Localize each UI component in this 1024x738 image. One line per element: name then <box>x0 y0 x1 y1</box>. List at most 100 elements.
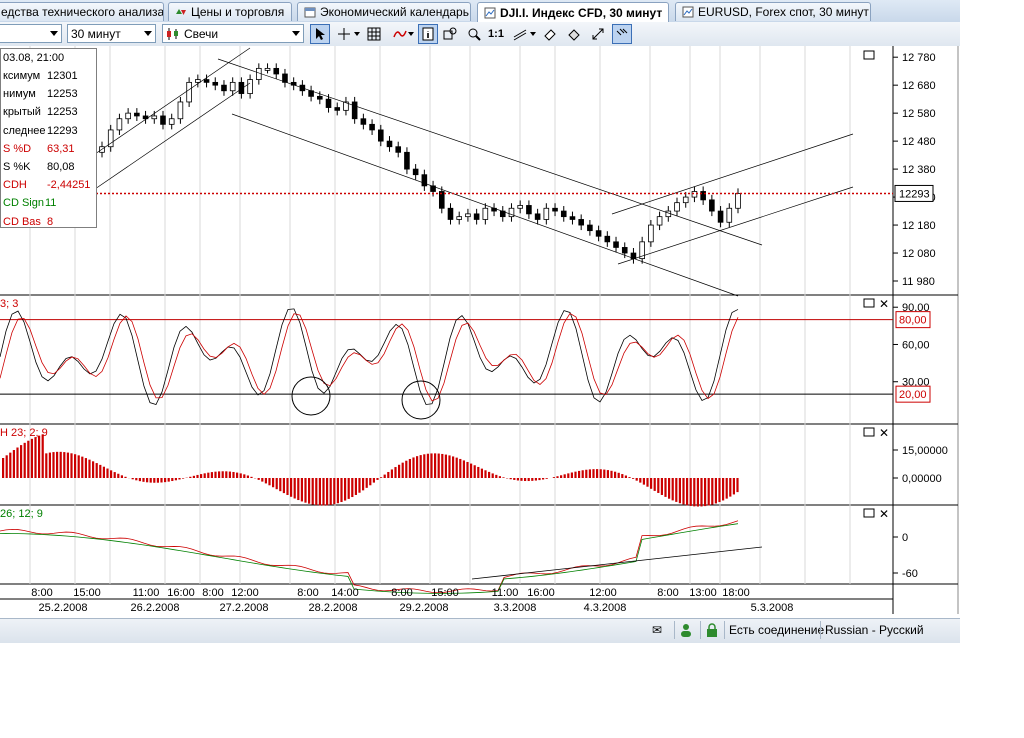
histogram-bar <box>336 478 339 504</box>
candle-body <box>735 193 741 209</box>
one-to-one-button[interactable]: 1:1 <box>486 24 506 44</box>
tab-economic-calendar[interactable]: Экономический календарь <box>297 2 471 21</box>
symbol-select[interactable] <box>0 24 62 43</box>
histogram-bar <box>686 478 689 506</box>
chart-type-select[interactable]: Свечи <box>162 24 304 43</box>
date-tick-label: 27.2.2008 <box>220 602 269 614</box>
cursor-tool-button[interactable] <box>310 24 330 44</box>
time-tick-label: 11:00 <box>492 587 519 599</box>
histogram-bar <box>596 469 599 478</box>
histogram-bar <box>419 455 422 478</box>
resize-button[interactable] <box>588 24 608 44</box>
histogram-bar <box>131 478 134 480</box>
histogram-bar <box>650 478 653 489</box>
chart-canvas[interactable]: 12 78012 68012 58012 48012 38012 28012 1… <box>0 46 960 614</box>
tab-prices-trading[interactable]: Цены и торговля <box>168 2 292 21</box>
chart-area[interactable]: 12 78012 68012 58012 48012 38012 28012 1… <box>0 46 960 614</box>
histogram-bar <box>498 476 501 478</box>
histogram-bar <box>632 478 635 479</box>
histogram-bar <box>272 478 275 488</box>
histogram-bar <box>246 475 249 478</box>
line-tool-button[interactable] <box>510 24 530 44</box>
magnet-button[interactable] <box>612 24 632 44</box>
tab-eurusd-chart[interactable]: EURUSD, Forex спот, 30 минут <box>675 2 871 21</box>
histogram-bar <box>333 478 336 505</box>
grid-button[interactable] <box>364 24 384 44</box>
histogram-bar <box>660 478 663 495</box>
info-key: нимум <box>3 88 36 101</box>
histogram-bar <box>117 473 120 478</box>
trading-app: едства технического анализа Цены и торго… <box>0 0 960 643</box>
histogram-bar <box>81 456 84 478</box>
info-value: 8 <box>47 215 54 228</box>
histogram-bar <box>30 438 33 478</box>
histogram-bar <box>300 478 303 502</box>
histogram-bar <box>696 478 699 507</box>
histogram-bar <box>405 460 408 478</box>
indicators-menu-button[interactable] <box>406 24 416 44</box>
candle-body <box>691 191 698 198</box>
line-tool-menu-button[interactable] <box>528 24 538 44</box>
histogram-bar <box>221 471 224 478</box>
eraser-button[interactable] <box>540 24 560 44</box>
histogram-bar <box>534 478 537 481</box>
info-button[interactable] <box>418 24 438 44</box>
candle-body <box>543 207 550 220</box>
candle-body <box>168 118 175 125</box>
crosshair-tool-button[interactable] <box>334 24 354 44</box>
mail-status[interactable]: ✉ <box>648 621 672 639</box>
security-status[interactable] <box>700 621 724 639</box>
histogram-bar <box>664 478 667 497</box>
histogram-bar <box>279 478 282 492</box>
histogram-bar <box>552 477 555 478</box>
time-tick-label: 8:00 <box>202 587 223 599</box>
date-tick-label: 5.3.2008 <box>751 602 794 614</box>
info-key: крытый <box>3 106 41 119</box>
histogram-bar <box>398 464 401 478</box>
candle-body <box>473 213 480 220</box>
histogram-bar <box>646 478 649 487</box>
histogram-bar <box>689 478 692 506</box>
histogram-bar <box>736 478 739 493</box>
info-key: ксимум <box>3 70 41 82</box>
close-icon: ✕ <box>879 426 889 440</box>
candle-body <box>613 241 619 248</box>
candle-body <box>621 247 628 254</box>
histogram-bar <box>261 478 264 482</box>
histogram-bar <box>106 468 109 478</box>
timeframe-select[interactable]: 30 минут <box>67 24 156 43</box>
histogram-bar <box>308 478 311 504</box>
price-trading-icon <box>175 6 187 18</box>
histogram-bar <box>678 478 681 504</box>
histogram-bar <box>470 463 473 478</box>
status-bar: ✉ Есть соединение Russian - Русский <box>0 618 960 643</box>
macd-title: 26; 12; 9 <box>0 508 43 520</box>
histogram-bar <box>5 455 8 478</box>
eraser-icon <box>544 29 556 41</box>
user-status[interactable] <box>674 621 698 639</box>
candle-body <box>587 224 593 232</box>
histogram-bar <box>178 478 181 480</box>
zoom-window-button[interactable] <box>440 24 460 44</box>
candle-body <box>604 235 611 243</box>
tab-dji-chart[interactable]: DJI.I. Индекс CFD, 30 минут <box>477 2 669 22</box>
last-price-label: 12293 <box>899 188 930 200</box>
histogram-bar <box>376 478 379 480</box>
data-window: 03.08, 21:00 ксимум 12301 нимум 12253 крытый… <box>0 48 97 228</box>
candle-body <box>134 112 140 117</box>
info-value: -2,44251 <box>47 179 91 192</box>
candle-body <box>351 101 358 120</box>
info-value: 80,08 <box>47 161 75 173</box>
histogram-bar <box>297 478 300 501</box>
language-status[interactable]: Russian - Русский <box>820 621 940 639</box>
histogram-bar <box>38 435 41 478</box>
paint-button[interactable] <box>564 24 584 44</box>
histogram-bar <box>196 474 199 478</box>
histogram-bar <box>264 478 267 484</box>
candle-body <box>682 196 689 204</box>
histogram-bar <box>372 478 375 483</box>
crosshair-menu-button[interactable] <box>352 24 362 44</box>
zoom-button[interactable] <box>464 24 484 44</box>
tab-technical-analysis[interactable]: едства технического анализа <box>0 2 164 21</box>
price-tick-label: 12 580 <box>902 108 936 120</box>
